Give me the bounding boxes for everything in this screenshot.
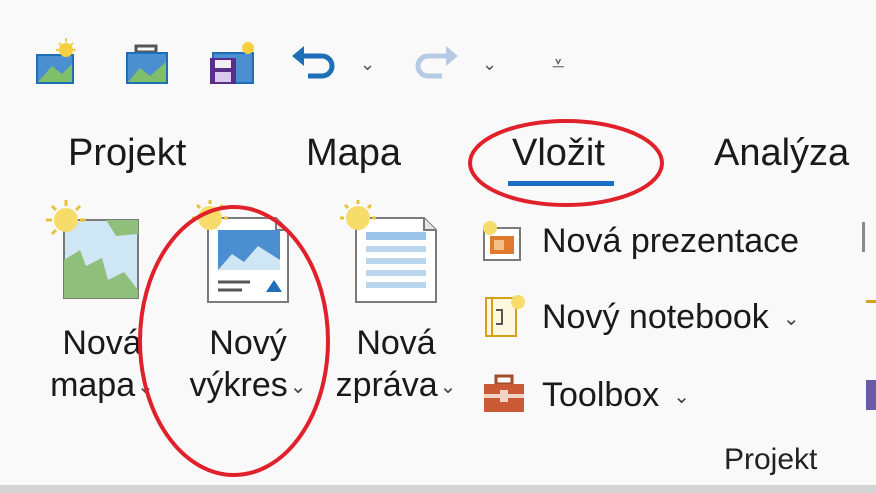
ribbon-bottom-border — [0, 485, 876, 493]
toolbox-label-text: Toolbox — [542, 376, 660, 414]
clipped-button-edge — [866, 380, 876, 410]
new-notebook-label-text: Nový notebook — [542, 298, 769, 336]
new-report-icon — [340, 200, 450, 311]
new-report-button[interactable]: Nová zpráva ⌄ — [316, 200, 476, 440]
tab-vlozit[interactable]: Vložit — [512, 128, 605, 178]
tab-projekt[interactable]: Projekt — [68, 128, 186, 178]
new-notebook-label: Nový notebook ⌄ — [542, 294, 800, 342]
new-layout-button[interactable]: Nový výkres ⌄ — [168, 200, 328, 440]
chevron-down-icon[interactable]: ⌄ — [290, 376, 307, 398]
tab-mapa[interactable]: Mapa — [306, 128, 401, 178]
redo-icon[interactable] — [410, 36, 462, 88]
new-notebook-icon — [480, 292, 528, 345]
toolbox-label: Toolbox ⌄ — [542, 372, 690, 420]
toolbox-button[interactable]: Toolbox ⌄ — [480, 366, 860, 426]
undo-dropdown-chevron-icon[interactable]: ⌄ — [360, 55, 375, 73]
undo-icon[interactable] — [288, 36, 340, 88]
save-project-icon[interactable] — [208, 36, 260, 88]
ribbon-group-label: Projekt — [724, 443, 818, 476]
new-layout-label-line1: Nový — [209, 324, 287, 362]
chevron-down-icon[interactable]: ⌄ — [137, 376, 154, 398]
new-map-button[interactable]: Nová mapa ⌄ — [22, 200, 182, 440]
chevron-down-icon[interactable]: ⌄ — [673, 386, 690, 408]
new-map-icon — [46, 200, 146, 305]
new-report-label-text: zpráva — [335, 366, 438, 404]
new-presentation-icon — [480, 220, 524, 269]
new-map-label-line1: Nová — [62, 324, 142, 362]
new-report-label-line2: zpráva ⌄ — [316, 364, 476, 408]
clipped-button-edge — [866, 300, 876, 313]
new-report-label-line1: Nová — [356, 324, 436, 362]
chevron-down-icon[interactable]: ⌄ — [783, 308, 800, 330]
new-layout-icon — [192, 200, 302, 311]
toolbox-icon — [480, 372, 528, 421]
open-project-icon[interactable] — [122, 36, 174, 88]
new-map-label-line2: mapa ⌄ — [22, 364, 182, 408]
tab-analyza[interactable]: Analýza — [714, 128, 849, 178]
new-layout-label-text: výkres — [189, 366, 288, 404]
new-project-icon[interactable] — [32, 36, 84, 88]
clipped-button-edge — [862, 222, 876, 252]
new-presentation-button[interactable]: Nová prezentace — [480, 214, 860, 274]
customize-toolbar-icon[interactable]: ⩡ — [552, 53, 564, 75]
redo-dropdown-chevron-icon[interactable]: ⌄ — [482, 55, 497, 73]
active-tab-indicator — [508, 181, 614, 186]
new-notebook-button[interactable]: Nový notebook ⌄ — [480, 290, 860, 350]
chevron-down-icon[interactable]: ⌄ — [440, 376, 457, 398]
new-presentation-label: Nová prezentace — [542, 222, 800, 260]
quick-access-toolbar: ⌄ ⌄ ⩡ — [0, 0, 876, 110]
new-map-label-text: mapa — [50, 366, 136, 404]
new-layout-label-line2: výkres ⌄ — [168, 364, 328, 408]
